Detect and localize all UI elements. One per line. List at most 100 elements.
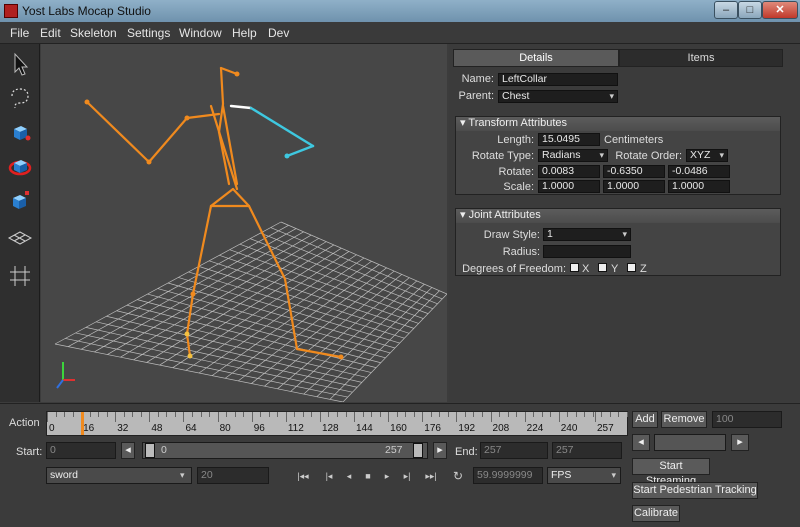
dof-z-checkbox[interactable] bbox=[627, 263, 636, 272]
fps-field[interactable]: 59.9999999 bbox=[473, 467, 543, 484]
first-frame-icon[interactable]: |◂◂ bbox=[296, 470, 310, 482]
transform-attributes-header[interactable]: ▾ Transform Attributes bbox=[456, 117, 780, 131]
tab-items[interactable]: Items bbox=[619, 49, 783, 67]
menu-file[interactable]: File bbox=[10, 26, 29, 40]
rotate-type-select[interactable]: Radians bbox=[538, 149, 608, 162]
playhead-marker[interactable] bbox=[81, 412, 85, 435]
range-slider[interactable]: 0 257 bbox=[142, 442, 428, 459]
range-handle-right[interactable] bbox=[413, 443, 423, 458]
loop-icon[interactable]: ↻ bbox=[451, 470, 465, 482]
rotate-y-field[interactable]: -0.6350 bbox=[603, 165, 665, 178]
lasso-icon[interactable] bbox=[6, 84, 34, 112]
ruler-minor-tick bbox=[209, 412, 211, 417]
name-field[interactable]: LeftCollar bbox=[498, 73, 618, 86]
count-field[interactable]: 100 bbox=[712, 411, 782, 428]
ruler-minor-tick bbox=[354, 412, 356, 417]
horizontal-scrollbar[interactable] bbox=[654, 434, 726, 451]
timeline-ruler[interactable]: 0 16 32 48 64 80 96 112 128 144 160 176 192 208 224 240… bbox=[46, 411, 628, 436]
ruler-minor-tick bbox=[618, 412, 620, 417]
scene-canvas[interactable] bbox=[41, 44, 447, 402]
dof-y-checkbox[interactable] bbox=[598, 263, 607, 272]
menu-settings[interactable]: Settings bbox=[127, 26, 170, 40]
ruler-minor-tick bbox=[106, 412, 108, 417]
tab-details[interactable]: Details bbox=[453, 49, 619, 67]
scale-x-field[interactable]: 1.0000 bbox=[538, 180, 600, 193]
menu-dev[interactable]: Dev bbox=[268, 26, 289, 40]
last-frame-icon[interactable]: ▸▸| bbox=[424, 470, 438, 482]
play-icon[interactable]: ▸ bbox=[380, 470, 394, 482]
start-field[interactable]: 0 bbox=[46, 442, 116, 459]
ruler-minor-tick bbox=[183, 412, 185, 417]
rotate-cube-icon[interactable] bbox=[6, 152, 34, 180]
menu-skeleton[interactable]: Skeleton bbox=[70, 26, 117, 40]
start-streaming-button[interactable]: Start Streaming bbox=[632, 458, 710, 487]
end-field[interactable]: 257 bbox=[480, 442, 548, 459]
ruler-tick-mark bbox=[595, 412, 596, 422]
draw-style-label: Draw Style: bbox=[483, 229, 540, 241]
move-cube-icon[interactable] bbox=[6, 118, 34, 146]
start-pedestrian-tracking-button[interactable]: Start Pedestrian Tracking bbox=[632, 482, 758, 499]
ruler-minor-tick bbox=[64, 412, 66, 417]
snap-grid-icon[interactable] bbox=[6, 262, 34, 290]
radius-field[interactable] bbox=[543, 245, 631, 258]
range-right-button[interactable]: ▸ bbox=[433, 442, 447, 459]
ruler-minor-tick bbox=[226, 412, 228, 417]
prev-key-icon[interactable]: |◂ bbox=[322, 470, 336, 482]
axis-gizmo-icon bbox=[56, 362, 75, 389]
minimize-button[interactable]: – bbox=[714, 1, 738, 19]
menu-edit[interactable]: Edit bbox=[40, 26, 61, 40]
ruler-minor-tick bbox=[592, 412, 594, 417]
action-select[interactable]: sword bbox=[46, 467, 192, 484]
ruler-minor-tick bbox=[439, 412, 441, 417]
ruler-minor-tick bbox=[89, 412, 91, 417]
scroll-left-button[interactable]: ◂ bbox=[632, 434, 650, 451]
ruler-minor-tick bbox=[541, 412, 543, 417]
range-left-button[interactable]: ◂ bbox=[121, 442, 135, 459]
scroll-right-button[interactable]: ▸ bbox=[731, 434, 749, 451]
maximize-button[interactable]: □ bbox=[738, 1, 762, 19]
select-arrow-icon[interactable] bbox=[6, 50, 34, 78]
parent-select[interactable]: Chest bbox=[498, 90, 618, 103]
chevron-down-icon: ▾ bbox=[180, 470, 185, 480]
fps-select[interactable]: FPS ▾ bbox=[547, 467, 621, 484]
ruler-minor-tick bbox=[558, 412, 560, 417]
next-key-icon[interactable]: ▸| bbox=[400, 470, 414, 482]
scale-cube-icon[interactable] bbox=[6, 186, 34, 214]
rotate-z-field[interactable]: -0.0486 bbox=[668, 165, 730, 178]
menu-window[interactable]: Window bbox=[179, 26, 222, 40]
ruler-minor-tick bbox=[371, 412, 373, 417]
rotate-order-select[interactable]: XYZ bbox=[686, 149, 728, 162]
ruler-minor-tick bbox=[268, 412, 270, 417]
ruler-minor-tick bbox=[464, 412, 466, 417]
joint-attributes-header[interactable]: ▾ Joint Attributes bbox=[456, 209, 780, 223]
fps-unit: FPS bbox=[551, 469, 572, 481]
app-icon bbox=[4, 4, 18, 18]
selected-bone[interactable] bbox=[229, 104, 315, 158]
ruler-minor-tick bbox=[413, 412, 415, 417]
scale-z-field[interactable]: 1.0000 bbox=[668, 180, 730, 193]
menu-help[interactable]: Help bbox=[232, 26, 257, 40]
ruler-tick-label: 112 bbox=[287, 423, 304, 434]
skeleton bbox=[85, 66, 343, 359]
add-button[interactable]: Add bbox=[632, 411, 658, 428]
close-button[interactable]: ✕ bbox=[762, 1, 798, 19]
dof-x-checkbox[interactable] bbox=[570, 263, 579, 272]
draw-style-select[interactable]: 1 bbox=[543, 228, 631, 241]
ruler-minor-tick bbox=[132, 412, 134, 417]
stop-icon[interactable]: ■ bbox=[361, 470, 375, 482]
rotate-x-field[interactable]: 0.0083 bbox=[538, 165, 600, 178]
calibrate-button[interactable]: Calibrate bbox=[632, 505, 680, 522]
ruler-minor-tick bbox=[294, 412, 296, 417]
frame-field[interactable]: 20 bbox=[197, 467, 269, 484]
ruler-minor-tick bbox=[217, 412, 219, 417]
grid-plane-icon[interactable] bbox=[6, 224, 34, 252]
play-reverse-icon[interactable]: ◂ bbox=[342, 470, 356, 482]
range-handle-left[interactable] bbox=[145, 443, 155, 458]
end-field-2[interactable]: 257 bbox=[552, 442, 622, 459]
length-field[interactable]: 15.0495 bbox=[538, 133, 600, 146]
length-unit: Centimeters bbox=[604, 134, 664, 146]
remove-button[interactable]: Remove bbox=[661, 411, 707, 428]
scale-y-field[interactable]: 1.0000 bbox=[603, 180, 665, 193]
dof-y-label: Y bbox=[611, 263, 619, 275]
3d-viewport[interactable] bbox=[41, 44, 447, 402]
